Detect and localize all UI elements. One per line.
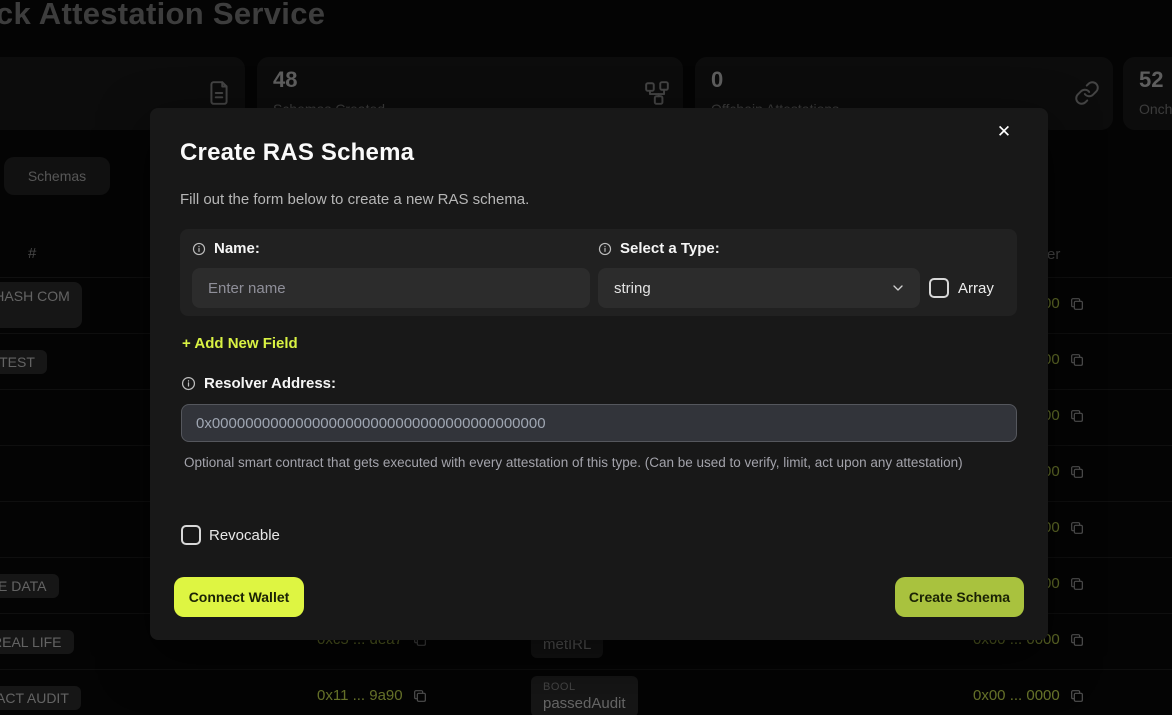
create-schema-modal: ✕ Create RAS Schema Fill out the form be… bbox=[150, 108, 1048, 640]
type-select-value: string bbox=[614, 280, 651, 297]
resolver-address-input[interactable] bbox=[181, 404, 1017, 442]
resolver-help-text: Optional smart contract that gets execut… bbox=[184, 453, 974, 473]
chevron-down-icon bbox=[890, 280, 906, 296]
type-label-row: Select a Type: bbox=[598, 240, 720, 257]
name-label: Name: bbox=[214, 240, 260, 257]
resolver-address-label: Resolver Address: bbox=[204, 375, 336, 392]
create-schema-button[interactable]: Create Schema bbox=[895, 577, 1024, 617]
connect-wallet-button[interactable]: Connect Wallet bbox=[174, 577, 304, 617]
modal-subtitle: Fill out the form below to create a new … bbox=[180, 191, 529, 208]
revocable-checkbox[interactable] bbox=[181, 525, 201, 545]
close-icon[interactable]: ✕ bbox=[992, 120, 1016, 144]
info-icon bbox=[181, 376, 196, 391]
resolver-label-row: Resolver Address: bbox=[181, 375, 336, 392]
name-label-row: Name: bbox=[192, 240, 260, 257]
add-new-field-button[interactable]: + Add New Field bbox=[182, 335, 298, 352]
schema-field-group: Name: Select a Type: string Array bbox=[180, 229, 1017, 316]
type-select[interactable]: string bbox=[598, 268, 920, 308]
type-label: Select a Type: bbox=[620, 240, 720, 257]
info-icon bbox=[598, 242, 612, 256]
array-label: Array bbox=[958, 280, 994, 297]
info-icon bbox=[192, 242, 206, 256]
name-input[interactable] bbox=[192, 268, 590, 308]
array-checkbox[interactable] bbox=[929, 278, 949, 298]
modal-title: Create RAS Schema bbox=[180, 139, 414, 167]
revocable-label: Revocable bbox=[209, 527, 280, 544]
